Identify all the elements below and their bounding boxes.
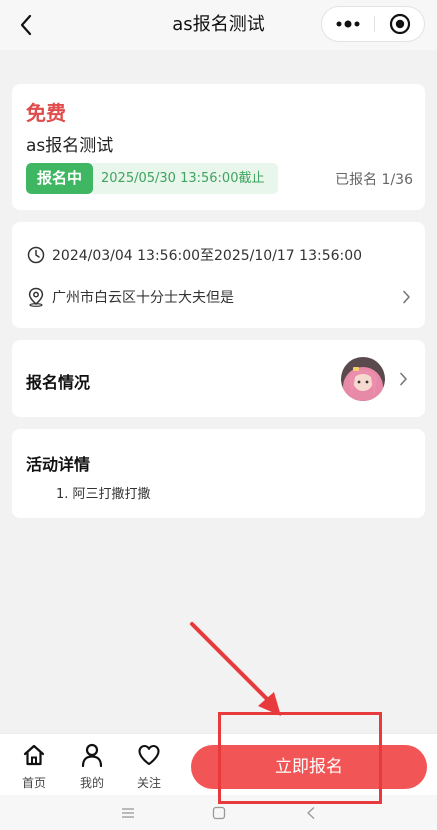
chevron-right-icon: [399, 287, 413, 307]
tab-follow-label: 关注: [136, 776, 161, 790]
signup-count: 已报名 1/36: [335, 172, 413, 188]
status-group: 报名中 2025/05/30 13:56:00截止: [26, 163, 279, 194]
annotation-highlight-box: [218, 712, 382, 804]
tab-mine[interactable]: 我的: [70, 742, 114, 792]
info-card: 2024/03/04 13:56:00至2025/10/17 13:56:00 …: [12, 222, 425, 328]
menu-icon[interactable]: [117, 802, 139, 824]
time-range-text: 2024/03/04 13:56:00至2025/10/17 13:56:00: [52, 248, 363, 264]
more-button[interactable]: [322, 7, 374, 41]
home-icon: [12, 742, 56, 768]
registration-heading: 报名情况: [26, 373, 91, 392]
top-navbar: as报名测试: [0, 0, 437, 50]
close-button[interactable]: [375, 7, 425, 41]
event-summary-card: 免费 as报名测试 报名中 2025/05/30 13:56:00截止 已报名 …: [12, 84, 425, 210]
location-row[interactable]: 广州市白云区十分士大夫但是: [26, 285, 413, 309]
tab-mine-label: 我的: [79, 776, 104, 790]
deadline-text: 2025/05/30 13:56:00截止: [93, 163, 279, 194]
target-close-icon: [389, 13, 411, 35]
tab-home[interactable]: 首页: [12, 742, 56, 792]
user-icon: [70, 742, 114, 768]
heart-icon: [127, 742, 171, 768]
tab-home-label: 首页: [21, 776, 46, 790]
details-heading: 活动详情: [26, 455, 91, 474]
avatar: [341, 357, 385, 401]
chevron-right-icon: [396, 369, 410, 389]
clock-icon: [26, 245, 46, 265]
mini-program-capsule: [321, 6, 425, 42]
registration-card[interactable]: 报名情况: [12, 340, 425, 417]
time-row: 2024/03/04 13:56:00至2025/10/17 13:56:00: [26, 243, 413, 267]
details-card: 活动详情 1. 阿三打撒打撒: [12, 429, 425, 518]
more-dots-icon: [336, 20, 360, 28]
detail-list-item: 1. 阿三打撒打撒: [56, 487, 151, 502]
home-square-icon[interactable]: [208, 802, 230, 824]
tab-follow[interactable]: 关注: [127, 742, 171, 792]
location-pin-icon: [26, 287, 46, 307]
price-label: 免费: [26, 101, 66, 125]
status-badge: 报名中: [26, 163, 94, 194]
event-name: as报名测试: [26, 136, 114, 156]
back-triangle-icon[interactable]: [300, 802, 322, 824]
location-text: 广州市白云区十分士大夫但是: [52, 290, 234, 306]
